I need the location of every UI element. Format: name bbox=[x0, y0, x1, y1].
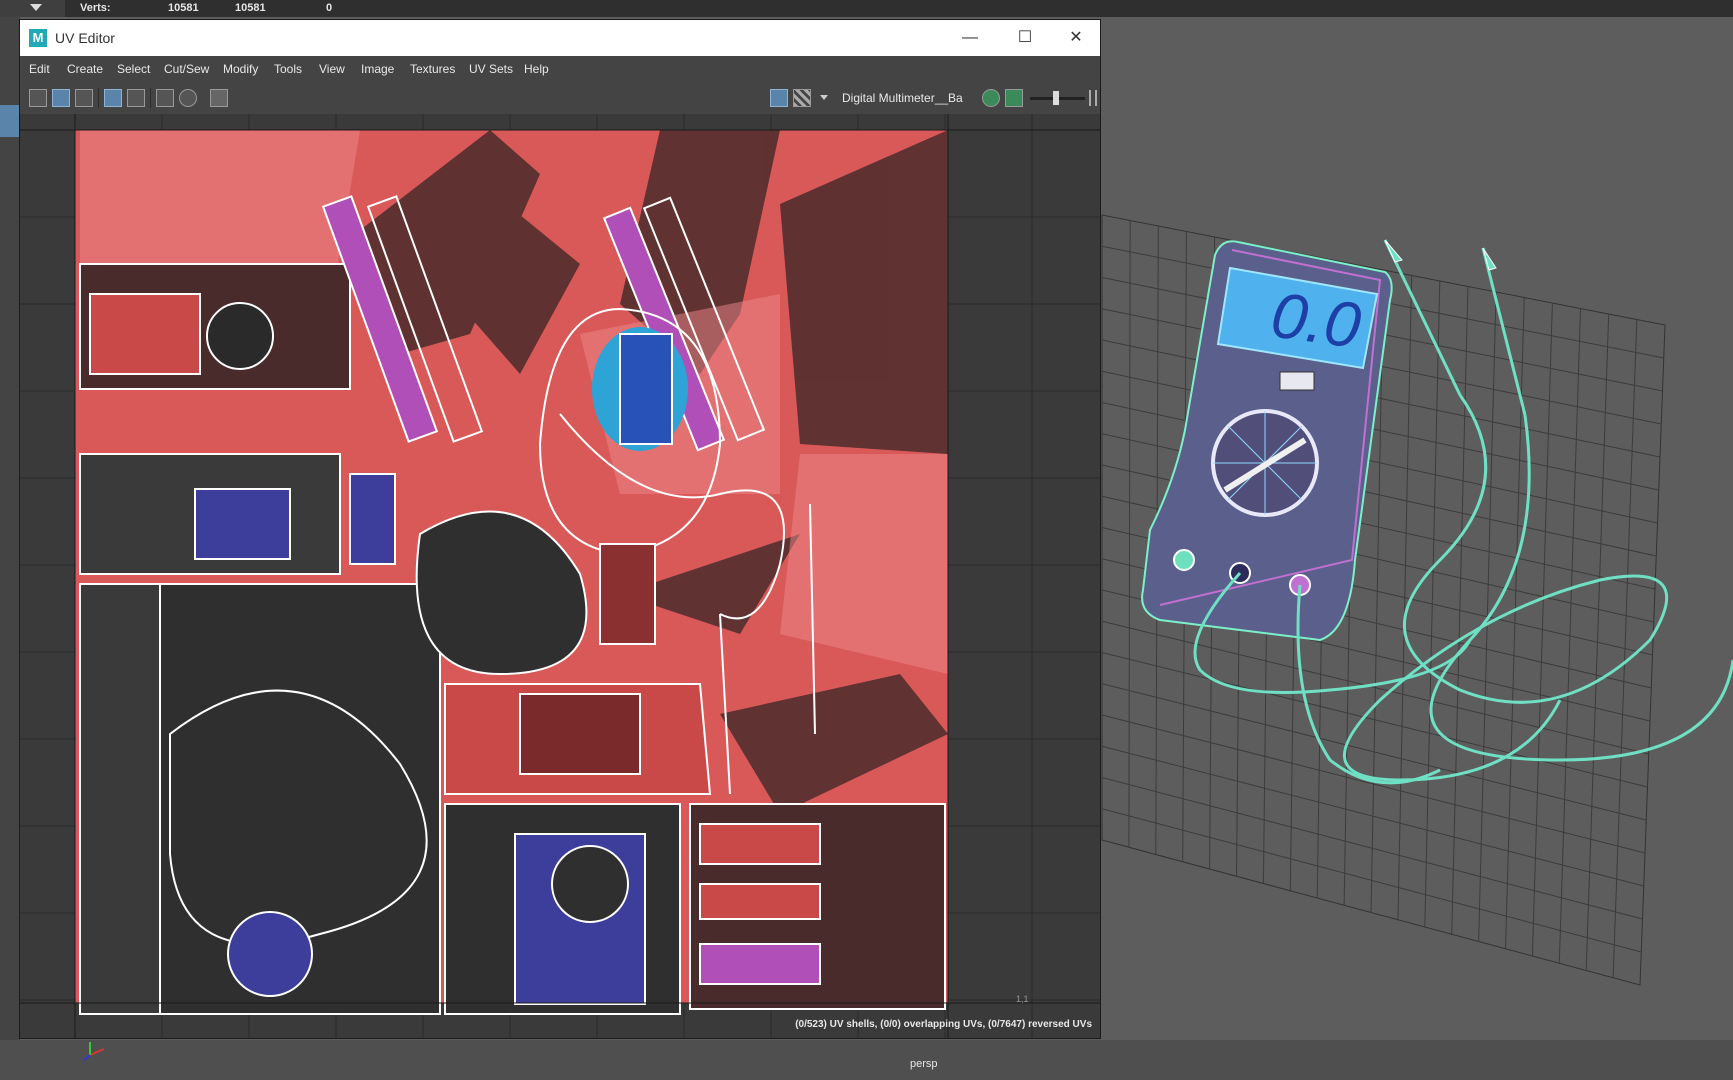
probe-tips bbox=[1384, 239, 1497, 271]
menu-tools[interactable]: Tools bbox=[274, 62, 302, 76]
menu-cut-sew[interactable]: Cut/Sew bbox=[164, 62, 209, 76]
lcd-readout: 0.0 bbox=[1267, 278, 1366, 362]
maya-logo-icon: M bbox=[29, 29, 47, 47]
uv-layout[interactable] bbox=[20, 114, 1100, 1038]
chevron-down-icon[interactable] bbox=[820, 95, 828, 100]
image-icon[interactable] bbox=[770, 89, 788, 107]
menu-select[interactable]: Select bbox=[117, 62, 150, 76]
menu-modify[interactable]: Modify bbox=[223, 62, 258, 76]
slider-knob[interactable] bbox=[1053, 91, 1059, 105]
snap-icon[interactable] bbox=[127, 89, 145, 107]
window-title: UV Editor bbox=[55, 30, 115, 46]
texture-brightness-slider[interactable] bbox=[1030, 91, 1085, 105]
uv-status-line: (0/523) UV shells, (0/0) overlapping UVs… bbox=[795, 1019, 1092, 1030]
uv-select-icon[interactable] bbox=[29, 89, 47, 107]
maximize-icon[interactable]: ☐ bbox=[1002, 24, 1048, 52]
texture-refresh-icon[interactable] bbox=[982, 89, 1000, 107]
multimeter-model[interactable]: 0.0 bbox=[1141, 240, 1393, 642]
uv-editor-toolbar: Digital Multimeter__Ba bbox=[20, 82, 1100, 114]
camera-icon[interactable] bbox=[210, 89, 228, 107]
texture-image-icon[interactable] bbox=[1005, 89, 1023, 107]
menu-create[interactable]: Create bbox=[67, 62, 103, 76]
texture-name-field[interactable]: Digital Multimeter__Ba bbox=[842, 91, 980, 105]
uv-editor-titlebar[interactable]: M UV Editor — ☐ ✕ bbox=[20, 20, 1100, 56]
menu-edit[interactable]: Edit bbox=[29, 62, 50, 76]
grid-icon[interactable] bbox=[104, 89, 122, 107]
toolbar-separator bbox=[98, 88, 99, 108]
axis-gizmo-icon bbox=[83, 1042, 105, 1061]
toolbar-expand-icon[interactable] bbox=[1089, 90, 1097, 106]
shaded-uv-icon[interactable] bbox=[179, 89, 197, 107]
checker-icon[interactable] bbox=[793, 89, 811, 107]
uv-editor-window[interactable]: M UV Editor — ☐ ✕ Edit Create Select Cut… bbox=[19, 19, 1101, 1039]
menu-textures[interactable]: Textures bbox=[410, 62, 455, 76]
menu-help[interactable]: Help bbox=[524, 62, 549, 76]
maya-workspace: Verts: 10581 10581 0 0.0 persp M UV Edit… bbox=[0, 0, 1733, 1080]
close-icon[interactable]: ✕ bbox=[1053, 24, 1099, 52]
menu-image[interactable]: Image bbox=[361, 62, 394, 76]
uv-face-select-icon[interactable] bbox=[75, 89, 93, 107]
toolbar-separator bbox=[150, 88, 151, 108]
uv-canvas[interactable]: 1,1 (0/523) UV shells, (0/0) overlapping… bbox=[20, 114, 1100, 1038]
menu-view[interactable]: View bbox=[319, 62, 345, 76]
uv-editor-menubar: Edit Create Select Cut/Sew Modify Tools … bbox=[20, 56, 1100, 82]
uv-grid-icon[interactable] bbox=[156, 89, 174, 107]
uv-corner-label: 1,1 bbox=[1016, 994, 1029, 1004]
minimize-icon[interactable]: — bbox=[947, 24, 993, 52]
uv-shell-select-icon[interactable] bbox=[52, 89, 70, 107]
viewport-camera-label: persp bbox=[910, 1058, 938, 1070]
menu-uv-sets[interactable]: UV Sets bbox=[469, 62, 513, 76]
